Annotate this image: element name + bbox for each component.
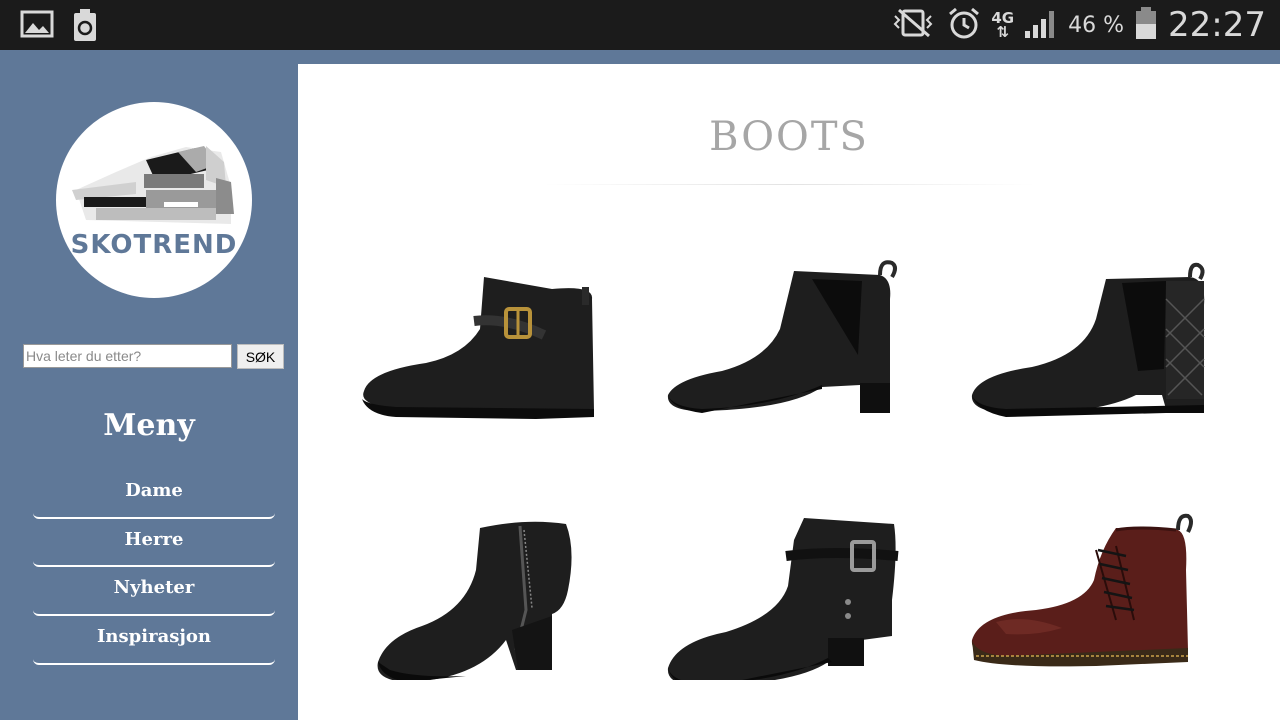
menu-item-herre[interactable]: Herre xyxy=(33,519,275,568)
search-button[interactable]: SØK xyxy=(237,344,284,369)
chelsea-boot-image xyxy=(667,260,897,413)
product-card[interactable] xyxy=(662,510,932,680)
menu-item-dame[interactable]: Dame xyxy=(33,470,275,519)
battery-percent: 46 % xyxy=(1068,12,1125,38)
quilted-chelsea-boot-image xyxy=(971,262,1205,417)
sneaker-logo-icon xyxy=(72,146,234,224)
main-content: BOOTS xyxy=(298,64,1280,720)
buckle-ankle-boot-image xyxy=(362,277,594,419)
product-card[interactable] xyxy=(356,259,626,429)
logo-wordmark: SKOTREND xyxy=(70,230,238,260)
battery-icon xyxy=(1134,6,1158,44)
sidebar: SKOTREND SØK Meny Dame Herre Nyheter Ins… xyxy=(0,50,298,720)
gallery-icon xyxy=(20,8,54,46)
clock: 22:27 xyxy=(1168,5,1266,45)
sidebar-menu: Dame Herre Nyheter Inspirasjon xyxy=(33,470,275,665)
battery-saver-icon xyxy=(72,8,98,46)
zip-ankle-boot-image xyxy=(377,521,572,680)
menu-item-nyheter[interactable]: Nyheter xyxy=(33,567,275,617)
signal-icon xyxy=(1024,7,1058,43)
product-card[interactable] xyxy=(966,259,1236,429)
search-input[interactable] xyxy=(23,344,232,368)
strap-ankle-boot-image xyxy=(667,518,899,680)
status-bar: 4G ⇅ 46 % 22:27 xyxy=(0,0,1280,50)
product-card[interactable] xyxy=(662,259,932,429)
burgundy-brogue-boot-image xyxy=(971,513,1193,667)
network-4g-icon: 4G ⇅ xyxy=(991,9,1015,41)
alarm-clock-icon xyxy=(947,6,981,44)
product-card[interactable] xyxy=(966,510,1236,680)
title-divider xyxy=(543,184,1035,185)
vibrate-icon xyxy=(889,8,937,42)
page-title: BOOTS xyxy=(709,114,869,160)
product-card[interactable] xyxy=(356,510,626,680)
menu-title: Meny xyxy=(103,408,195,443)
search-form: SØK xyxy=(23,344,284,369)
menu-item-inspirasjon[interactable]: Inspirasjon xyxy=(33,616,275,665)
site-logo[interactable]: SKOTREND xyxy=(56,102,252,298)
